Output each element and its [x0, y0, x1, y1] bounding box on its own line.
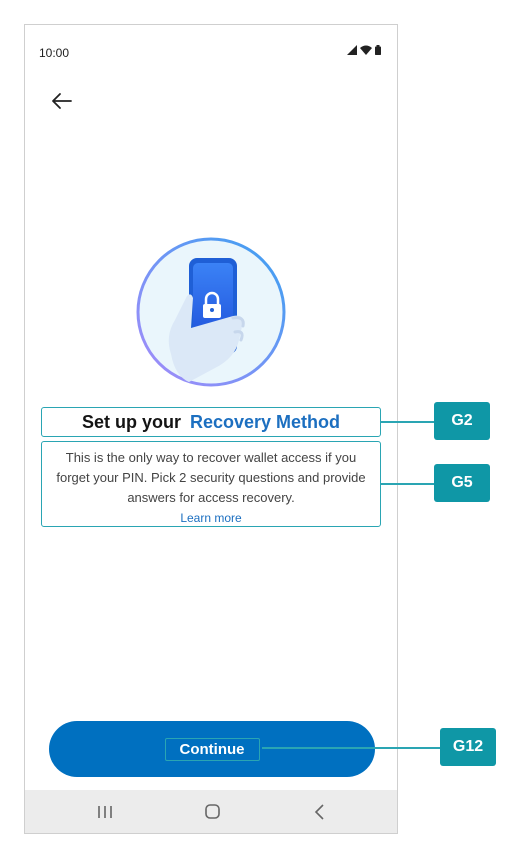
continue-button[interactable]: Continue	[49, 721, 375, 777]
phone-frame: 10:00 Set up your Recovery Method This i…	[24, 24, 398, 834]
navigation-bar	[25, 790, 397, 833]
chevron-left-icon[interactable]	[306, 800, 334, 824]
title-highlight: Recovery Method	[189, 411, 341, 432]
continue-label: Continue	[164, 737, 260, 761]
signal-icon	[347, 45, 357, 55]
recent-apps-icon[interactable]	[91, 800, 119, 824]
wifi-icon	[360, 45, 372, 55]
learn-more-link[interactable]: Learn more	[180, 509, 241, 527]
description-box: This is the only way to recover wallet a…	[41, 441, 381, 527]
connector-title	[380, 421, 434, 423]
annotation-tag-title: G2	[434, 402, 490, 440]
status-time: 10:00	[39, 46, 70, 60]
description-text: This is the only way to recover wallet a…	[56, 450, 366, 505]
annotation-tag-description: G5	[434, 464, 490, 502]
title-text: Set up your	[81, 411, 181, 432]
connector-description	[380, 483, 434, 485]
status-icons	[347, 45, 381, 55]
battery-icon	[375, 45, 381, 55]
home-icon[interactable]	[198, 800, 226, 824]
annotation-tag-continue: G12	[440, 728, 496, 766]
page-title: Set up your Recovery Method	[41, 407, 381, 437]
status-bar: 10:00	[25, 25, 397, 75]
arrow-left-icon[interactable]	[47, 89, 75, 113]
connector-continue	[262, 747, 440, 749]
phone-lock-illustration	[136, 237, 286, 387]
